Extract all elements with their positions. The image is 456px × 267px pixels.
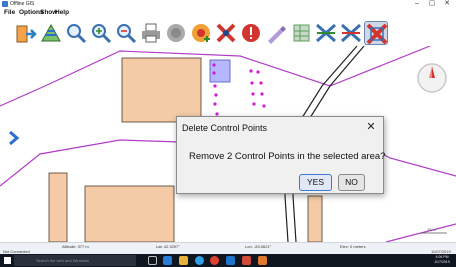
- exit-button[interactable]: [14, 21, 38, 45]
- zoom-icon: [67, 24, 87, 44]
- ie-icon[interactable]: [195, 256, 204, 265]
- zoom-button[interactable]: [64, 21, 88, 45]
- taskbar: Search the web and Windows 4:06 PM 11/7/…: [0, 254, 456, 267]
- add-point-icon: [192, 24, 210, 42]
- globe-button[interactable]: [164, 21, 188, 45]
- chrome-icon[interactable]: [210, 256, 219, 265]
- exit-icon: [16, 25, 37, 43]
- building: [121, 57, 202, 123]
- compass-icon[interactable]: [417, 63, 447, 93]
- layers-icon: [41, 23, 61, 42]
- dialog-title: Delete Control Points: [182, 123, 268, 133]
- delete-control-points-dialog: Delete Control Points ✕ Remove 2 Control…: [176, 116, 386, 194]
- alert-button[interactable]: [239, 21, 263, 45]
- edge-icon[interactable]: [163, 256, 172, 265]
- scale-label: 25 m: [427, 227, 436, 232]
- close-window-button[interactable]: ✕: [440, 0, 454, 8]
- zoom-in-icon: [92, 24, 112, 44]
- elevation-readout: Elev: 0 meters: [340, 244, 366, 249]
- grid-button[interactable]: [289, 21, 313, 45]
- status-bar: Altitude: 377 m Lat: 42.3297° Lon: -83.0…: [0, 242, 456, 254]
- taskbar-search[interactable]: Search the web and Windows: [14, 255, 136, 266]
- file-explorer-icon[interactable]: [179, 256, 188, 265]
- edit-icon: [268, 26, 286, 44]
- taskbar-clock[interactable]: 4:06 PM 11/7/2019: [431, 255, 453, 265]
- road-west: [0, 139, 181, 187]
- taskbar-search-text: Search the web and Windows: [36, 258, 89, 263]
- layers-button[interactable]: [39, 21, 63, 45]
- delete-area-button[interactable]: [364, 21, 388, 45]
- minimize-button[interactable]: –: [410, 0, 424, 8]
- task-view-icon[interactable]: [148, 256, 157, 265]
- delete-area-icon: [366, 23, 388, 45]
- globe-icon: [167, 24, 185, 42]
- delete-point-button[interactable]: [214, 21, 238, 45]
- app-icon: [2, 1, 8, 7]
- dialog-message: Remove 2 Control Points in the selected …: [189, 151, 386, 162]
- move-points-icon: [316, 23, 336, 43]
- app-icon-blue[interactable]: [226, 256, 235, 265]
- altitude-readout: Altitude: 377 m: [62, 244, 89, 249]
- delete-point-icon: [216, 23, 236, 43]
- no-button[interactable]: NO: [338, 174, 365, 191]
- toolbar: [0, 18, 456, 46]
- latitude-readout: Lat: 42.3297°: [156, 244, 180, 249]
- print-button[interactable]: [139, 21, 163, 45]
- window-title: Offline GIS: [10, 1, 35, 7]
- zoom-out-icon: [117, 24, 137, 44]
- building: [307, 195, 323, 242]
- menu-file[interactable]: File: [4, 8, 15, 18]
- windows-start-button[interactable]: [4, 257, 11, 264]
- nav-arrow-icon[interactable]: [9, 130, 20, 146]
- move-points-button[interactable]: [314, 21, 338, 45]
- dialog-close-button[interactable]: ✕: [363, 120, 379, 134]
- maximize-button[interactable]: ▢: [425, 0, 439, 8]
- longitude-readout: Lon: -83.0621°: [245, 244, 272, 249]
- app-icon-red[interactable]: [242, 256, 251, 265]
- selection-area[interactable]: [209, 59, 231, 83]
- clock-date: 11/7/2019: [434, 260, 450, 264]
- select-points-button[interactable]: [339, 21, 363, 45]
- yes-button[interactable]: YES: [299, 174, 332, 191]
- menu-bar: File Options Show Help: [0, 8, 456, 18]
- alert-icon: [242, 24, 260, 42]
- grid-icon: [293, 24, 310, 42]
- app-icon-orange[interactable]: [258, 256, 267, 265]
- zoom-in-button[interactable]: [89, 21, 113, 45]
- building: [48, 172, 68, 242]
- title-bar: Offline GIS – ▢ ✕: [0, 0, 456, 8]
- print-icon: [142, 23, 160, 43]
- zoom-out-button[interactable]: [114, 21, 138, 45]
- select-points-icon: [341, 23, 361, 43]
- control-point[interactable]: [212, 71, 216, 75]
- add-point-button[interactable]: [189, 21, 213, 45]
- menu-help[interactable]: Help: [55, 8, 69, 18]
- control-point[interactable]: [212, 63, 216, 67]
- edit-button[interactable]: [264, 21, 288, 45]
- building: [84, 185, 175, 242]
